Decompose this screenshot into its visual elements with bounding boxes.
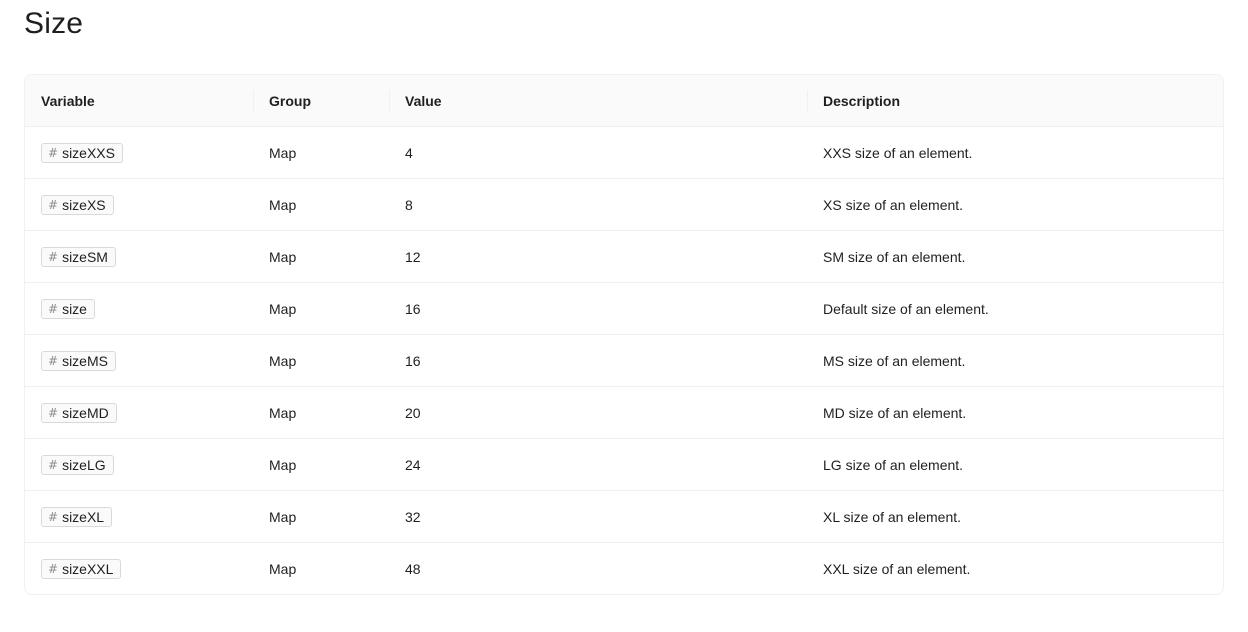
description-cell: XXS size of an element.: [807, 126, 1223, 179]
variable-name: sizeXS: [62, 196, 106, 213]
variable-name: sizeXXL: [62, 560, 114, 577]
group-cell: Map: [253, 178, 389, 231]
hash-icon: #: [48, 301, 59, 316]
column-header-description: Description: [807, 75, 1223, 127]
value-cell: 48: [405, 560, 421, 577]
group-cell: Map: [253, 282, 389, 335]
variable-cell: # sizeLG: [25, 438, 253, 491]
table-header: Variable Group Value Description: [25, 75, 1223, 127]
variable-name: sizeXL: [62, 508, 105, 525]
variable-tag: # sizeMS: [41, 350, 116, 371]
hash-icon: #: [48, 249, 59, 264]
variable-name: sizeMD: [62, 404, 109, 421]
variable-name: sizeLG: [62, 456, 106, 473]
description-cell: XXL size of an element.: [823, 560, 971, 577]
variable-name: sizeSM: [62, 248, 108, 265]
value-cell: 20: [389, 386, 807, 439]
value-cell: 4: [389, 126, 807, 179]
variable-cell: # sizeMD: [25, 386, 253, 439]
value-cell: 24: [389, 438, 807, 491]
hash-icon: #: [48, 197, 59, 212]
table-row: # sizeXL Map 32 XL size of an element.: [25, 490, 1223, 543]
table-row: # sizeXS Map 8 XS size of an element.: [25, 178, 1223, 231]
description-cell: MD size of an element.: [807, 386, 1223, 439]
variable-tag: # sizeXXL: [41, 558, 122, 579]
table-row: # sizeXXS Map 4 XXS size of an element.: [25, 126, 1223, 179]
table-row: # sizeLG Map 24 LG size of an element.: [25, 438, 1223, 491]
variable-cell: # size: [25, 282, 253, 335]
variable-name: sizeMS: [62, 352, 108, 369]
table-row: # size Map 16 Default size of an element.: [25, 282, 1223, 335]
group-cell: Map: [253, 230, 389, 283]
variable-tag: # sizeXXS: [41, 142, 123, 163]
value-cell: 12: [389, 230, 807, 283]
hash-icon: #: [48, 405, 59, 420]
table-row: # sizeSM Map 12 SM size of an element.: [25, 230, 1223, 283]
value-cell: 32: [389, 490, 807, 543]
variable-cell: # sizeSM: [25, 230, 253, 283]
hash-icon: #: [48, 353, 59, 368]
description-cell: Default size of an element.: [807, 282, 1223, 335]
table-body: # sizeXXS Map 4 XXS size of an element. #…: [25, 126, 1223, 595]
variable-cell: # sizeXS: [25, 178, 253, 231]
hash-icon: #: [48, 509, 59, 524]
variable-cell: # sizeXXL: [25, 543, 253, 595]
page-title: Size: [24, 7, 84, 40]
description-cell: XS size of an element.: [807, 178, 1223, 231]
column-header-group: Group: [253, 75, 389, 127]
table-row: # sizeMD Map 20 MD size of an element.: [25, 386, 1223, 439]
table-row: # sizeXXL Map 48 XXL size of an element.: [25, 543, 1223, 595]
group-cell: Map: [253, 490, 389, 543]
column-header-value: Value: [389, 75, 807, 127]
value-cell: 16: [389, 282, 807, 335]
table-row: # sizeMS Map 16 MS size of an element.: [25, 334, 1223, 387]
variable-tag: # sizeXS: [41, 194, 114, 215]
value-cell: 8: [389, 178, 807, 231]
description-cell: MS size of an element.: [807, 334, 1223, 387]
group-cell: Map: [253, 438, 389, 491]
description-cell: SM size of an element.: [807, 230, 1223, 283]
size-token-table: Variable Group Value Description # sizeXX…: [24, 74, 1224, 595]
variable-cell: # sizeXL: [25, 490, 253, 543]
group-cell: Map: [253, 126, 389, 179]
hash-icon: #: [48, 145, 59, 160]
group-cell: Map: [253, 386, 389, 439]
variable-name: sizeXXS: [62, 144, 115, 161]
variable-tag: # sizeMD: [41, 402, 117, 423]
group-cell: Map: [269, 560, 297, 577]
hash-icon: #: [48, 457, 59, 472]
description-cell: XL size of an element.: [807, 490, 1223, 543]
value-cell: 16: [389, 334, 807, 387]
variable-cell: # sizeMS: [25, 334, 253, 387]
variable-tag: # sizeSM: [41, 246, 116, 267]
column-header-variable: Variable: [25, 75, 253, 127]
variable-tag: # sizeLG: [41, 454, 114, 475]
description-cell: LG size of an element.: [807, 438, 1223, 491]
group-cell: Map: [253, 334, 389, 387]
variable-name: size: [62, 300, 87, 317]
variable-tag: # sizeXL: [41, 506, 113, 527]
variable-tag: # size: [41, 298, 95, 319]
hash-icon: #: [48, 561, 59, 576]
variable-cell: # sizeXXS: [25, 126, 253, 179]
